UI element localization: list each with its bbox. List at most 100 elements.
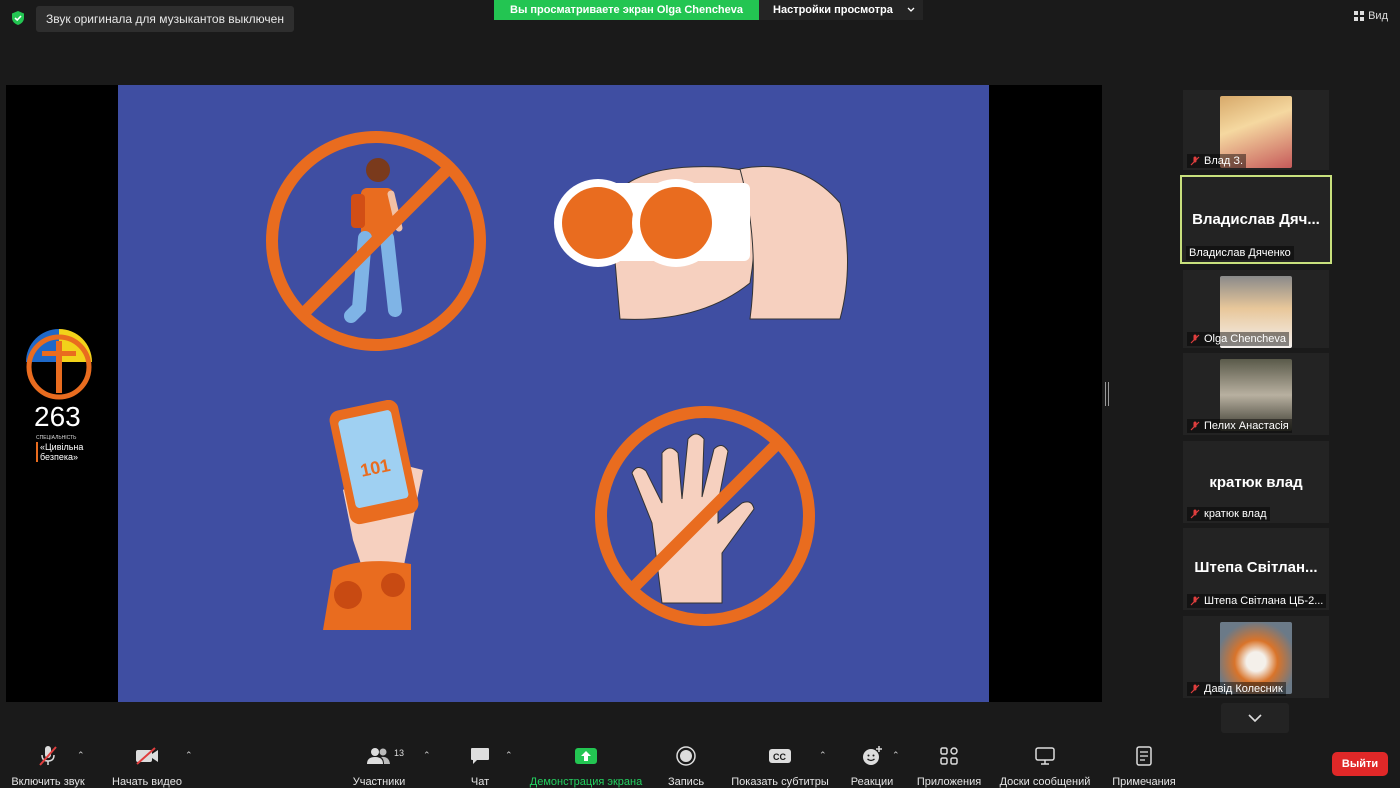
- participant-tile[interactable]: Olga Chencheva: [1183, 270, 1329, 348]
- muted-mic-icon: [1190, 334, 1200, 344]
- show-captions-label: Показать субтитры: [731, 776, 829, 788]
- participant-label: Пелих Анастасія: [1187, 419, 1292, 433]
- muted-mic-icon: [1190, 684, 1200, 694]
- chevron-down-icon: [1248, 714, 1262, 722]
- participant-name: Влад З.: [1204, 155, 1244, 167]
- logo-name: «Цивільна безпека»: [36, 442, 83, 462]
- gallery-scroll-down-button[interactable]: [1221, 703, 1289, 733]
- grid-view-icon: [1354, 11, 1365, 21]
- participant-tile[interactable]: Пелих Анастасія: [1183, 353, 1329, 435]
- participants-options-caret-icon[interactable]: ⌃: [423, 750, 431, 761]
- start-video-label: Начать видео: [112, 776, 182, 788]
- muted-mic-icon: [1190, 421, 1200, 431]
- record-label: Запись: [667, 776, 705, 788]
- captions-options-caret-icon[interactable]: ⌃: [819, 750, 827, 761]
- no-walking-illustration: [266, 131, 486, 351]
- captions-icon-text: CC: [773, 752, 786, 762]
- encryption-shield-icon[interactable]: [10, 10, 26, 26]
- view-button[interactable]: Вид: [1354, 10, 1388, 22]
- logo-name-line-1: «Цивільна: [40, 442, 84, 452]
- participants-label: Участники: [352, 776, 406, 788]
- chat-options-caret-icon[interactable]: ⌃: [505, 750, 513, 761]
- muted-mic-icon: [1190, 596, 1200, 606]
- apps-label: Приложения: [916, 776, 982, 788]
- unmute-button[interactable]: Включить звук: [8, 736, 88, 788]
- logo-emblem: [26, 329, 92, 400]
- participant-label: Давід Колесник: [1187, 682, 1286, 696]
- start-video-button[interactable]: Начать видео: [106, 736, 188, 788]
- participant-tile[interactable]: Влад З.: [1183, 90, 1329, 170]
- record-icon: [676, 745, 696, 766]
- participant-name: Владислав Дяченко: [1189, 247, 1291, 259]
- participant-label: Влад З.: [1187, 154, 1247, 168]
- record-button[interactable]: Запись: [664, 736, 708, 788]
- no-touching-illustration: [595, 406, 815, 626]
- chat-button[interactable]: Чат: [462, 736, 498, 788]
- phone-emergency-illustration: 101: [323, 400, 423, 630]
- share-screen-label: Демонстрация экрана: [529, 776, 643, 788]
- microphone-muted-icon: [39, 745, 57, 766]
- notes-button[interactable]: Примечания: [1108, 736, 1180, 788]
- participant-tile[interactable]: Штепа Світлан... Штепа Світлана ЦБ-2...: [1183, 528, 1329, 610]
- participants-icon: [367, 747, 390, 764]
- muted-mic-icon: [1190, 156, 1200, 166]
- show-captions-button[interactable]: CC Показать субтитры: [728, 736, 832, 788]
- leave-meeting-button[interactable]: Выйти: [1332, 752, 1388, 776]
- muted-mic-icon: [1190, 509, 1200, 519]
- binoculars-illustration: [554, 166, 848, 320]
- participant-tile[interactable]: кратюк влад кратюк влад: [1183, 441, 1329, 523]
- closed-captions-icon: CC: [769, 748, 791, 763]
- participant-name: кратюк влад: [1204, 508, 1267, 520]
- notes-label: Примечания: [1112, 776, 1176, 788]
- share-screen-button[interactable]: Демонстрация экрана: [526, 736, 646, 788]
- participants-button[interactable]: Участники: [348, 736, 410, 788]
- whiteboards-button[interactable]: Доски сообщений: [996, 736, 1094, 788]
- specialty-logo: 263 спеціальність «Цивільна безпека»: [22, 325, 102, 465]
- participant-name: Olga Chencheva: [1204, 333, 1286, 345]
- participant-label: Владислав Дяченко: [1186, 246, 1294, 260]
- chat-icon: [471, 747, 489, 764]
- reactions-emoji-icon: [863, 745, 882, 765]
- view-options-button[interactable]: Настройки просмотра: [759, 0, 923, 20]
- participant-tile-active-speaker[interactable]: Владислав Дяч... Владислав Дяченко: [1180, 175, 1332, 264]
- participant-display-name: кратюк влад: [1209, 474, 1303, 491]
- reactions-label: Реакции: [850, 776, 894, 788]
- participant-name: Штепа Світлана ЦБ-2...: [1204, 595, 1324, 607]
- presentation-slide: 101: [118, 85, 989, 702]
- shared-screen[interactable]: 263 спеціальність «Цивільна безпека»: [6, 85, 1102, 702]
- whiteboards-label: Доски сообщений: [999, 776, 1091, 788]
- logo-number: 263: [34, 401, 81, 432]
- participant-label: Olga Chencheva: [1187, 332, 1289, 346]
- share-screen-icon: [575, 747, 597, 764]
- meeting-toolbar: Включить звук ⌃ Начать видео ⌃ Участники…: [0, 736, 1400, 788]
- camera-off-icon: [136, 746, 158, 765]
- apps-icon: [940, 746, 958, 765]
- participant-label: Штепа Світлана ЦБ-2...: [1187, 594, 1327, 608]
- reactions-options-caret-icon[interactable]: ⌃: [892, 750, 900, 761]
- screen-share-bar: Вы просматриваете экран Olga Chencheva Н…: [494, 0, 923, 20]
- logo-subtitle: спеціальність: [36, 435, 77, 441]
- participant-name: Пелих Анастасія: [1204, 420, 1289, 432]
- reactions-button[interactable]: Реакции: [846, 736, 898, 788]
- unmute-label: Включить звук: [11, 776, 85, 788]
- view-button-label: Вид: [1368, 10, 1388, 22]
- video-options-caret-icon[interactable]: ⌃: [185, 750, 193, 761]
- top-bar: Звук оригинала для музыкантов выключен В…: [0, 0, 1400, 40]
- logo-name-line-2: безпека»: [40, 452, 79, 462]
- whiteboard-icon: [1035, 746, 1055, 765]
- participants-count: 13: [394, 748, 405, 758]
- original-sound-notice: Звук оригинала для музыкантов выключен: [36, 6, 294, 32]
- audio-options-caret-icon[interactable]: ⌃: [77, 750, 85, 761]
- participant-display-name: Владислав Дяч...: [1192, 211, 1320, 228]
- sharing-label: Вы просматриваете экран Olga Chencheva: [494, 0, 760, 20]
- participant-label: кратюк влад: [1187, 507, 1270, 521]
- view-options-label: Настройки просмотра: [773, 4, 893, 16]
- participant-tile[interactable]: Давід Колесник: [1183, 616, 1329, 698]
- apps-button[interactable]: Приложения: [914, 736, 984, 788]
- chat-label: Чат: [470, 776, 490, 788]
- panel-resize-handle[interactable]: [1105, 382, 1109, 406]
- notes-icon: [1136, 745, 1152, 766]
- participant-display-name: Штепа Світлан...: [1194, 559, 1318, 576]
- participant-name: Давід Колесник: [1204, 683, 1283, 695]
- chevron-down-icon: [907, 7, 915, 12]
